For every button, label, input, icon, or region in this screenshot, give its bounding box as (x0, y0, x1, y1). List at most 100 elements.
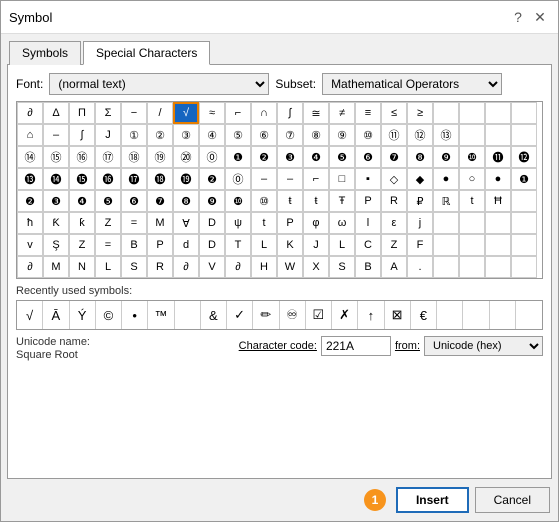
recent-symbol-cell[interactable]: ♾ (280, 301, 306, 329)
symbol-cell[interactable]: F (407, 234, 433, 256)
symbol-cell[interactable] (433, 212, 459, 234)
recent-symbol-cell[interactable]: √ (17, 301, 43, 329)
recent-symbol-cell-empty[interactable] (437, 301, 463, 329)
symbol-cell[interactable]: ≠ (329, 102, 355, 124)
symbol-cell[interactable]: ⑦ (277, 124, 303, 146)
symbol-cell[interactable]: ∩ (251, 102, 277, 124)
symbol-cell[interactable]: ❾ (433, 146, 459, 168)
symbol-cell[interactable]: J (95, 124, 121, 146)
symbol-cell[interactable] (433, 102, 459, 124)
symbol-cell[interactable]: ⓳ (173, 168, 199, 190)
subset-select[interactable]: Mathematical Operators (322, 73, 502, 95)
symbol-cell[interactable]: ₽ (407, 190, 433, 212)
symbol-cell[interactable]: ❺ (95, 190, 121, 212)
symbol-cell[interactable]: ⑳ (173, 146, 199, 168)
symbol-cell[interactable]: ∂ (17, 102, 43, 124)
recent-symbol-cell[interactable]: Ý (70, 301, 96, 329)
symbol-cell[interactable]: B (355, 256, 381, 278)
symbol-cell[interactable] (485, 256, 511, 278)
symbol-cell[interactable]: R (381, 190, 407, 212)
symbol-cell[interactable]: ⓪ (225, 168, 251, 190)
symbol-cell[interactable]: C (355, 234, 381, 256)
symbol-cell[interactable]: ⌐ (225, 102, 251, 124)
symbol-cell[interactable]: Z (381, 234, 407, 256)
symbol-cell[interactable] (433, 234, 459, 256)
symbol-cell[interactable]: ƙ (69, 212, 95, 234)
symbol-cell[interactable]: ❽ (173, 190, 199, 212)
symbol-cell[interactable] (511, 124, 537, 146)
symbol-cell[interactable]: ⑥ (251, 124, 277, 146)
symbol-cell[interactable]: Δ (43, 102, 69, 124)
recent-symbol-cell[interactable]: ⊠ (385, 301, 411, 329)
symbol-cell[interactable]: ◆ (407, 168, 433, 190)
recent-symbol-cell[interactable]: ✓ (227, 301, 253, 329)
symbol-cell[interactable]: S (329, 256, 355, 278)
symbol-cell[interactable] (511, 256, 537, 278)
symbol-cell[interactable]: ⑨ (329, 124, 355, 146)
recent-symbol-cell[interactable]: © (96, 301, 122, 329)
symbol-cell[interactable]: ≡ (355, 102, 381, 124)
symbol-cell[interactable]: K (277, 234, 303, 256)
symbol-cell[interactable]: ◇ (381, 168, 407, 190)
symbol-cell[interactable]: M (43, 256, 69, 278)
symbol-cell[interactable]: ℝ (433, 190, 459, 212)
symbol-cell[interactable]: ❿ (459, 146, 485, 168)
symbol-cell[interactable]: t (459, 190, 485, 212)
symbol-cell[interactable]: ○ (459, 168, 485, 190)
symbol-cell[interactable]: ε (381, 212, 407, 234)
symbol-cell[interactable]: ❷ (251, 146, 277, 168)
symbol-cell[interactable]: ∀ (173, 212, 199, 234)
symbol-cell[interactable]: ❼ (381, 146, 407, 168)
symbol-cell[interactable]: ⑧ (303, 124, 329, 146)
symbol-cell[interactable]: ❶ (511, 168, 537, 190)
symbol-cell[interactable] (485, 102, 511, 124)
font-select[interactable]: (normal text) (49, 73, 269, 95)
symbol-cell[interactable]: ❿ (225, 190, 251, 212)
symbol-cell[interactable]: ▪ (355, 168, 381, 190)
symbol-cell[interactable]: ω (329, 212, 355, 234)
symbol-cell[interactable]: ψ (225, 212, 251, 234)
symbol-cell[interactable]: Ħ (485, 190, 511, 212)
symbol-cell[interactable]: ≤ (381, 102, 407, 124)
symbol-cell[interactable]: ⓬ (511, 146, 537, 168)
symbol-cell[interactable]: ∂ (17, 256, 43, 278)
symbol-cell[interactable]: Π (69, 102, 95, 124)
symbol-cell[interactable]: v (17, 234, 43, 256)
from-select[interactable]: Unicode (hex)Unicode (decimal)ASCII (dec… (424, 336, 543, 356)
symbol-cell[interactable]: D (199, 212, 225, 234)
symbol-cell[interactable]: – (251, 168, 277, 190)
symbol-cell[interactable]: ⑯ (69, 146, 95, 168)
symbol-cell[interactable]: ħ (17, 212, 43, 234)
symbol-cell[interactable]: P (147, 234, 173, 256)
symbol-cell[interactable]: ❼ (147, 190, 173, 212)
symbol-cell[interactable]: ● (433, 168, 459, 190)
recent-symbol-cell-empty[interactable] (463, 301, 489, 329)
symbol-cell[interactable]: ŧ (303, 190, 329, 212)
recent-symbol-cell[interactable]: • (122, 301, 148, 329)
symbol-cell[interactable]: ⑫ (407, 124, 433, 146)
symbol-cell[interactable]: R (147, 256, 173, 278)
symbol-cell[interactable]: j (407, 212, 433, 234)
symbol-cell[interactable]: Ƙ (43, 212, 69, 234)
symbol-cell[interactable]: ⑲ (147, 146, 173, 168)
recent-symbol-cell[interactable]: Ā (43, 301, 69, 329)
symbol-cell[interactable] (459, 124, 485, 146)
symbol-cell[interactable]: M (147, 212, 173, 234)
symbol-cell[interactable]: – (43, 124, 69, 146)
recent-symbol-cell[interactable]: € (411, 301, 437, 329)
help-button[interactable]: ? (508, 7, 528, 27)
symbol-cell[interactable]: ⓫ (485, 146, 511, 168)
char-code-label[interactable]: Character code: (239, 340, 317, 352)
symbol-cell[interactable]: ∫ (277, 102, 303, 124)
symbol-cell[interactable] (459, 102, 485, 124)
symbol-cell[interactable] (511, 102, 537, 124)
symbol-cell[interactable]: t (251, 212, 277, 234)
symbol-cell[interactable]: ① (121, 124, 147, 146)
symbol-cell[interactable]: ③ (173, 124, 199, 146)
symbol-cell[interactable]: ⓪ (199, 146, 225, 168)
symbol-cell[interactable]: □ (329, 168, 355, 190)
symbol-cell[interactable]: ∂ (225, 256, 251, 278)
symbol-cell[interactable]: T (225, 234, 251, 256)
symbol-cell[interactable]: P (277, 212, 303, 234)
tab-special-characters[interactable]: Special Characters (83, 41, 210, 65)
